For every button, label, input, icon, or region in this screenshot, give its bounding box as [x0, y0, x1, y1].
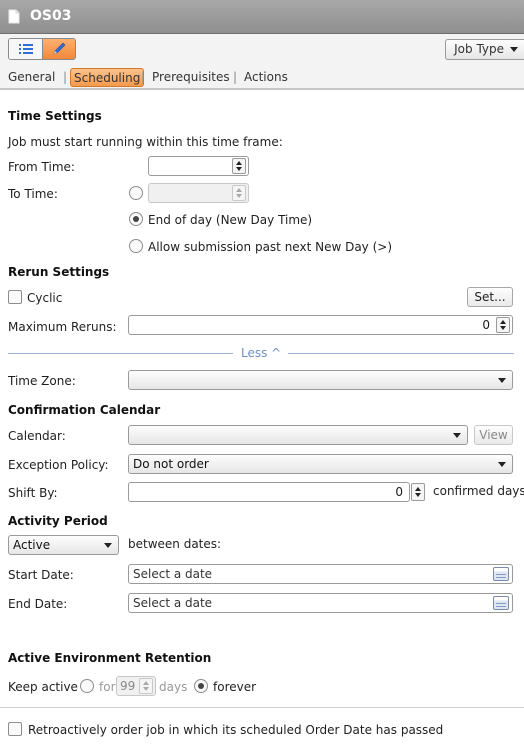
window-title: OS03	[30, 8, 72, 24]
between-dates-label: between dates:	[128, 537, 222, 551]
list-view-button[interactable]	[9, 39, 43, 59]
days-input[interactable]: 99	[116, 676, 156, 696]
shift-by-label: Shift By:	[8, 486, 58, 500]
exception-policy-label: Exception Policy:	[8, 458, 109, 472]
time-zone-dropdown[interactable]	[128, 370, 513, 390]
rerun-settings-heading: Rerun Settings	[8, 265, 110, 279]
edit-view-button[interactable]	[43, 39, 75, 59]
time-frame-intro: Job must start running within this time …	[8, 135, 283, 149]
for-label: for	[99, 680, 116, 694]
tab-scheduling[interactable]: Scheduling	[70, 68, 145, 87]
to-time-label: To Time:	[8, 187, 58, 201]
end-of-day-label: End of day (New Day Time)	[148, 213, 313, 227]
to-time-radio[interactable]	[129, 186, 143, 200]
activity-mode-dropdown[interactable]: Active	[8, 535, 119, 555]
from-time-label: From Time:	[8, 160, 75, 174]
pencil-icon	[53, 42, 66, 55]
scheduling-panel: Time Settings Job must start running wit…	[0, 94, 524, 706]
max-reruns-value: 0	[482, 318, 490, 332]
set-button[interactable]: Set...	[467, 287, 513, 307]
time-settings-heading: Time Settings	[8, 109, 102, 123]
tab-actions[interactable]: Actions	[244, 68, 288, 87]
tab-bar: General | Scheduling | Prerequisites | A…	[0, 66, 524, 90]
divider-line	[8, 353, 233, 354]
chevron-down-icon	[104, 543, 112, 548]
chevron-down-icon	[510, 47, 518, 52]
job-type-dropdown[interactable]: Job Type	[445, 39, 524, 60]
start-date-label: Start Date:	[8, 568, 74, 582]
shift-by-spinner[interactable]	[411, 483, 425, 501]
divider-line	[288, 353, 514, 354]
job-type-label: Job Type	[454, 42, 504, 56]
to-time-spinner[interactable]	[232, 185, 246, 201]
calendar-icon[interactable]	[493, 567, 509, 581]
to-time-input[interactable]	[148, 183, 249, 203]
title-bar: OS03	[0, 0, 524, 34]
shift-by-input[interactable]: 0	[128, 482, 410, 502]
retroactive-order-checkbox[interactable]	[8, 722, 22, 736]
document-icon	[8, 9, 20, 24]
tab-separator: |	[141, 70, 146, 84]
end-of-day-radio[interactable]	[129, 212, 143, 226]
activity-mode-value: Active	[13, 538, 51, 552]
calendar-dropdown[interactable]	[128, 425, 468, 445]
toolbar: Job Type	[0, 34, 524, 66]
days-value: 99	[120, 679, 136, 693]
keep-active-label: Keep active	[8, 680, 78, 694]
for-days-radio[interactable]	[80, 679, 94, 693]
forever-radio[interactable]	[194, 679, 208, 693]
list-icon	[19, 44, 33, 54]
start-date-input[interactable]: Select a date	[128, 564, 513, 584]
chevron-down-icon	[498, 378, 506, 383]
chevron-down-icon	[498, 462, 506, 467]
activity-period-heading: Activity Period	[8, 514, 108, 528]
allow-submission-radio[interactable]	[129, 239, 143, 253]
from-time-input[interactable]	[148, 156, 249, 176]
calendar-icon[interactable]	[493, 596, 509, 610]
tab-general[interactable]: General	[8, 68, 55, 87]
exception-policy-dropdown[interactable]: Do not order	[128, 454, 513, 474]
tab-separator: |	[63, 70, 68, 84]
tab-prerequisites[interactable]: Prerequisites	[152, 68, 230, 87]
allow-submission-label: Allow submission past next New Day (>)	[148, 240, 393, 254]
cyclic-checkbox[interactable]	[8, 290, 22, 304]
forever-label: forever	[213, 680, 257, 694]
chevron-down-icon	[453, 433, 461, 438]
less-toggle[interactable]: Less ^	[241, 346, 281, 360]
exception-policy-value: Do not order	[133, 457, 209, 471]
max-reruns-spinner[interactable]	[496, 317, 510, 333]
tab-separator: |	[233, 70, 238, 84]
cyclic-label: Cyclic	[27, 291, 63, 305]
start-date-placeholder: Select a date	[133, 567, 213, 581]
view-toggle	[8, 38, 76, 60]
end-date-placeholder: Select a date	[133, 596, 213, 610]
retroactive-order-label: Retroactively order job in which its sch…	[28, 723, 444, 737]
shift-by-value: 0	[395, 485, 403, 499]
max-reruns-label: Maximum Reruns:	[8, 320, 117, 334]
shift-by-unit: confirmed days	[433, 484, 524, 498]
end-date-input[interactable]: Select a date	[128, 593, 513, 613]
footer-bar: Retroactively order job in which its sch…	[0, 707, 524, 745]
view-button[interactable]: View	[474, 425, 513, 445]
days-spinner[interactable]	[139, 678, 153, 694]
days-label: days	[159, 680, 188, 694]
confirmation-calendar-heading: Confirmation Calendar	[8, 403, 161, 417]
end-date-label: End Date:	[8, 597, 68, 611]
from-time-spinner[interactable]	[232, 158, 246, 174]
time-zone-label: Time Zone:	[8, 374, 76, 388]
max-reruns-input[interactable]: 0	[128, 315, 513, 335]
calendar-label: Calendar:	[8, 429, 66, 443]
retention-heading: Active Environment Retention	[8, 651, 212, 665]
